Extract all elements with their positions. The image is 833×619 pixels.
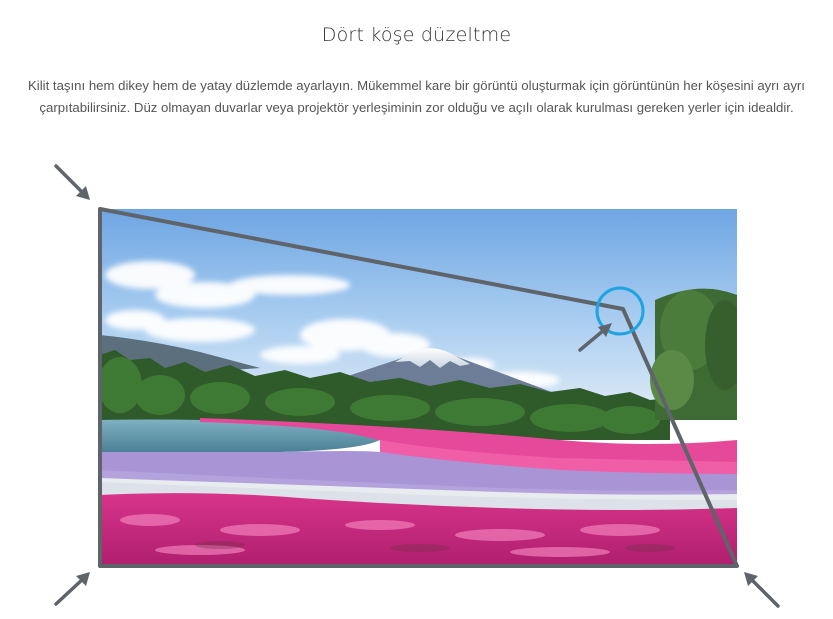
top-left-arrow-icon [54,164,90,200]
keystone-illustration [54,164,780,608]
bottom-right-arrow-icon [744,572,780,608]
bottom-left-arrow-icon [54,572,90,606]
